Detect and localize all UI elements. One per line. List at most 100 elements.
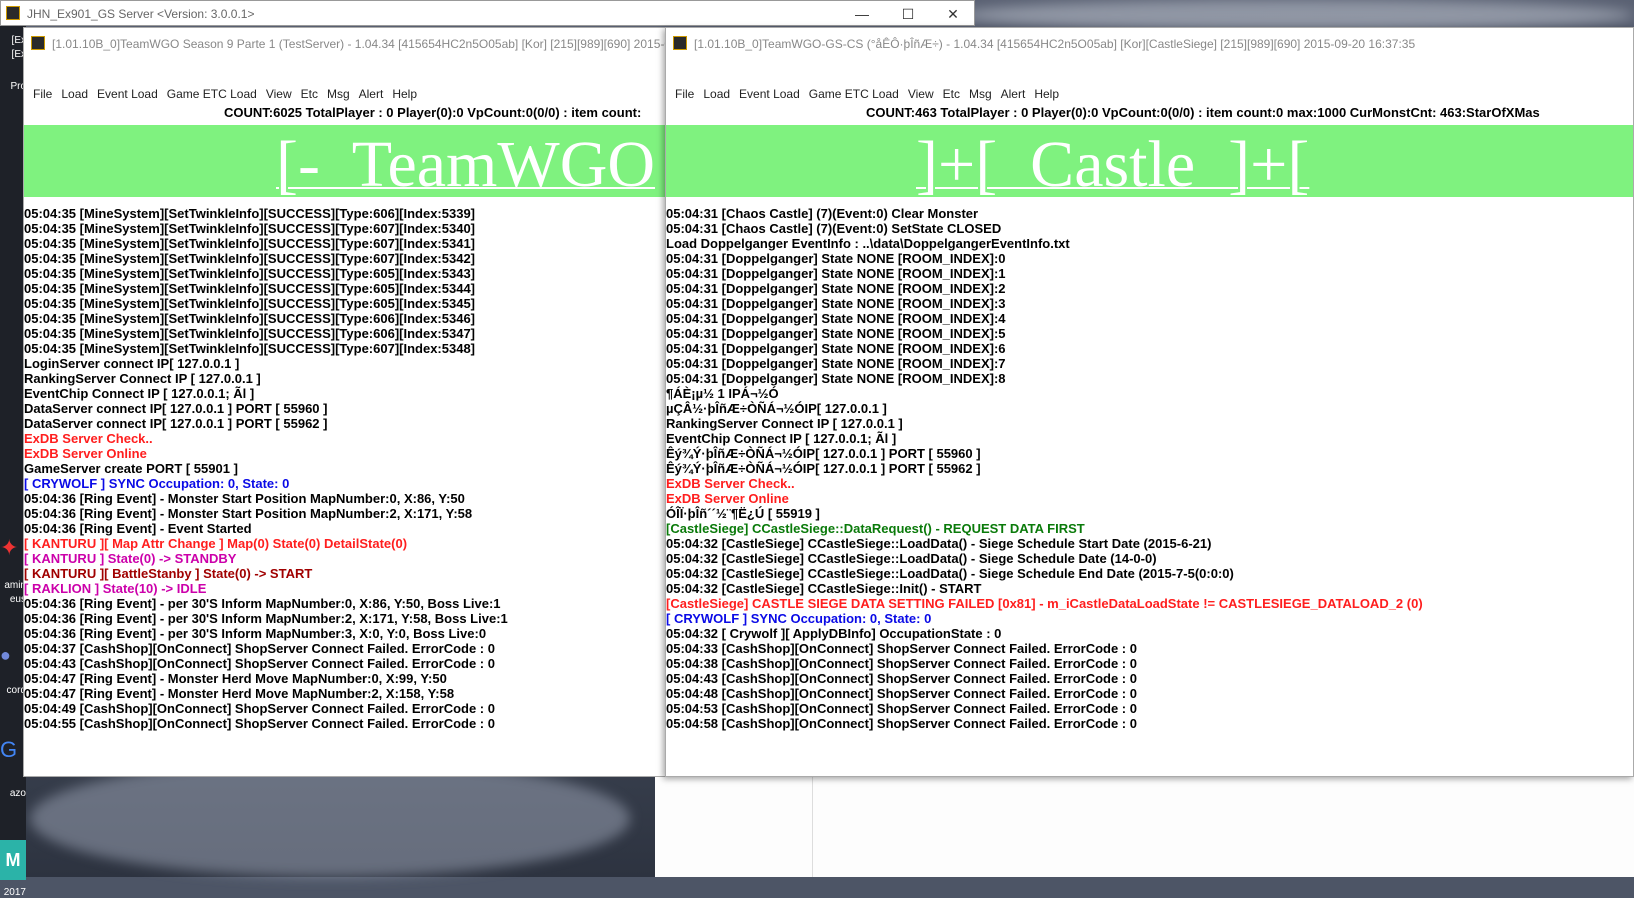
log-line: 05:04:58 [CashShop][OnConnect] ShopServe… <box>666 716 1137 731</box>
log-line: 05:04:43 [CashShop][OnConnect] ShopServe… <box>24 656 495 671</box>
menu-event-load[interactable]: Event Load <box>739 87 800 101</box>
menu-load[interactable]: Load <box>61 87 88 101</box>
log-line: ExDB Server Online <box>666 491 789 506</box>
menu-bar: File Load Event Load Game ETC Load View Etc Ms… <box>24 85 670 105</box>
menu-view[interactable]: View <box>266 87 292 101</box>
log-line: 05:04:37 [CashShop][OnConnect] ShopServe… <box>24 641 495 656</box>
log-line: 05:04:35 [MineSystem][SetTwinkleInfo][SU… <box>24 266 476 281</box>
log-line: 05:04:31 [Chaos Castle] (7)(Event:0) Set… <box>666 221 1002 236</box>
log-output: 05:04:35 [MineSystem][SetTwinkleInfo][SU… <box>24 206 670 731</box>
log-line: 05:04:38 [CashShop][OnConnect] ShopServe… <box>666 656 1137 671</box>
log-line: ExDB Server Check.. <box>666 476 795 491</box>
log-line: ÓÎÏ·þÎñ´´½¨¶Ë¿Ú [ 55919 ] <box>666 506 820 521</box>
server-stats: COUNT:6025 TotalPlayer : 0 Player(0):0 V… <box>224 105 642 120</box>
server-banner: ]+[ Castle ]+[ <box>666 125 1633 197</box>
log-line: 05:04:55 [CashShop][OnConnect] ShopServe… <box>24 716 495 731</box>
menu-file[interactable]: File <box>675 87 694 101</box>
log-line: ¶ÁÈ¡µ½ 1 IPÁ¬½Ó <box>666 386 779 401</box>
log-line: µÇÂ½·þÎñÆ÷ÒÑÁ¬½ÓIP[ 127.0.0.1 ] <box>666 401 887 416</box>
log-line: 05:04:35 [MineSystem][SetTwinkleInfo][SU… <box>24 341 476 356</box>
log-line: GameServer create PORT [ 55901 ] <box>24 461 238 476</box>
window-title: [1.01.10B_0]TeamWGO Season 9 Parte 1 (Te… <box>52 37 671 51</box>
server-stats: COUNT:463 TotalPlayer : 0 Player(0):0 Vp… <box>866 105 1540 120</box>
log-line: 05:04:35 [MineSystem][SetTwinkleInfo][SU… <box>24 311 476 326</box>
log-line: [CastleSiege] CASTLE SIEGE DATA SETTING … <box>666 596 1423 611</box>
menu-event-load[interactable]: Event Load <box>97 87 158 101</box>
left-server-window[interactable]: [1.01.10B_0]TeamWGO Season 9 Parte 1 (Te… <box>23 27 671 777</box>
log-line: 05:04:43 [CashShop][OnConnect] ShopServe… <box>666 671 1137 686</box>
log-line: 05:04:31 [Doppelganger] State NONE [ROOM… <box>666 296 1006 311</box>
log-line: 05:04:32 [CastleSiege] CCastleSiege::Loa… <box>666 566 1234 581</box>
log-line: 05:04:47 [Ring Event] - Monster Herd Mov… <box>24 671 447 686</box>
log-line: ExDB Server Online <box>24 446 147 461</box>
log-line: 05:04:32 [CastleSiege] CCastleSiege::Loa… <box>666 536 1212 551</box>
log-line: 05:04:35 [MineSystem][SetTwinkleInfo][SU… <box>24 296 476 311</box>
log-line: [ CRYWOLF ] SYNC Occupation: 0, State: 0 <box>666 611 932 626</box>
back-window[interactable]: JHN_Ex901_GS Server <Version: 3.0.0.1> —… <box>0 0 975 26</box>
log-line: DataServer connect IP[ 127.0.0.1 ] PORT … <box>24 401 328 416</box>
window-titlebar[interactable]: [1.01.10B_0]TeamWGO-GS-CS (°åÊÔ·þÎñÆ÷) -… <box>666 28 1633 58</box>
log-line: 05:04:31 [Doppelganger] State NONE [ROOM… <box>666 326 1006 341</box>
maximize-button[interactable]: ☐ <box>885 1 931 27</box>
log-line: [ KANTURU ][ BattleStanby ] State(0) -> … <box>24 566 313 581</box>
log-line: EventChip Connect IP [ 127.0.0.1; Ãl ] <box>666 431 897 446</box>
log-line: 05:04:35 [MineSystem][SetTwinkleInfo][SU… <box>24 251 476 266</box>
log-line: 05:04:36 [Ring Event] - per 30'S Inform … <box>24 611 508 626</box>
log-line: 05:04:35 [MineSystem][SetTwinkleInfo][SU… <box>24 281 476 296</box>
menu-bar: File Load Event Load Game ETC Load View Etc Ms… <box>666 85 1633 105</box>
menu-help[interactable]: Help <box>392 87 417 101</box>
close-button[interactable]: ✕ <box>930 1 976 27</box>
menu-file[interactable]: File <box>33 87 52 101</box>
menu-game-etc-load[interactable]: Game ETC Load <box>167 87 257 101</box>
log-line: 05:04:36 [Ring Event] - Monster Start Po… <box>24 491 465 506</box>
log-line: 05:04:31 [Chaos Castle] (7)(Event:0) Cle… <box>666 206 979 221</box>
log-line: 05:04:36 [Ring Event] - per 30'S Inform … <box>24 596 501 611</box>
log-line: [ KANTURU ] State(0) -> STANDBY <box>24 551 237 566</box>
log-line: Êý¾Ý·þÎñÆ÷ÒÑÁ¬½ÓIP[ 127.0.0.1 ] PORT [ 5… <box>666 446 981 461</box>
window-title: JHN_Ex901_GS Server <Version: 3.0.0.1> <box>27 7 255 21</box>
log-line: 05:04:32 [CastleSiege] CCastleSiege::Loa… <box>666 551 1157 566</box>
menu-msg[interactable]: Msg <box>969 87 992 101</box>
log-line: RankingServer Connect IP [ 127.0.0.1 ] <box>24 371 261 386</box>
desktop-icon-label[interactable]: azo <box>0 788 26 799</box>
log-line: 05:04:53 [CashShop][OnConnect] ShopServe… <box>666 701 1137 716</box>
banner-text: ]+[ Castle ]+[ <box>916 128 1310 197</box>
menu-game-etc-load[interactable]: Game ETC Load <box>809 87 899 101</box>
log-line: 05:04:49 [CashShop][OnConnect] ShopServe… <box>24 701 495 716</box>
menu-help[interactable]: Help <box>1034 87 1059 101</box>
menu-view[interactable]: View <box>908 87 934 101</box>
server-banner: [- TeamWGO <box>24 125 670 197</box>
log-line: 05:04:36 [Ring Event] - per 30'S Inform … <box>24 626 487 641</box>
log-line: 05:04:35 [MineSystem][SetTwinkleInfo][SU… <box>24 221 476 236</box>
menu-etc[interactable]: Etc <box>301 87 318 101</box>
menu-etc[interactable]: Etc <box>943 87 960 101</box>
log-line: 05:04:36 [Ring Event] - Monster Start Po… <box>24 506 473 521</box>
log-line: [CastleSiege] CCastleSiege::DataRequest(… <box>666 521 1085 536</box>
log-line: EventChip Connect IP [ 127.0.0.1; Ãl ] <box>24 386 255 401</box>
menu-alert[interactable]: Alert <box>359 87 384 101</box>
log-line: 05:04:47 [Ring Event] - Monster Herd Mov… <box>24 686 455 701</box>
log-line: 05:04:32 [CastleSiege] CCastleSiege::Ini… <box>666 581 982 596</box>
log-line: 05:04:31 [Doppelganger] State NONE [ROOM… <box>666 371 1006 386</box>
app-icon <box>31 36 45 50</box>
window-titlebar[interactable]: [1.01.10B_0]TeamWGO Season 9 Parte 1 (Te… <box>24 28 670 58</box>
log-line: [ KANTURU ][ Map Attr Change ] Map(0) St… <box>24 536 408 551</box>
menu-load[interactable]: Load <box>703 87 730 101</box>
minimize-button[interactable]: — <box>839 1 885 27</box>
banner-text: [- TeamWGO <box>276 128 656 197</box>
window-title: [1.01.10B_0]TeamWGO-GS-CS (°åÊÔ·þÎñÆ÷) -… <box>694 37 1416 51</box>
log-line: DataServer connect IP[ 127.0.0.1 ] PORT … <box>24 416 328 431</box>
desktop-icon-label[interactable]: 2017 <box>0 887 26 898</box>
log-line: [ RAKLION ] State(10) -> IDLE <box>24 581 207 596</box>
menu-alert[interactable]: Alert <box>1001 87 1026 101</box>
log-line: Êý¾Ý·þÎñÆ÷ÒÑÁ¬½ÓIP[ 127.0.0.1 ] PORT [ 5… <box>666 461 981 476</box>
app-icon <box>6 6 20 20</box>
right-castle-siege-window[interactable]: [1.01.10B_0]TeamWGO-GS-CS (°åÊÔ·þÎñÆ÷) -… <box>665 27 1634 777</box>
log-line: 05:04:31 [Doppelganger] State NONE [ROOM… <box>666 341 1006 356</box>
log-line: 05:04:36 [Ring Event] - Event Started <box>24 521 252 536</box>
menu-msg[interactable]: Msg <box>327 87 350 101</box>
log-line: 05:04:33 [CashShop][OnConnect] ShopServe… <box>666 641 1137 656</box>
app-icon <box>673 36 687 50</box>
maya-icon[interactable]: M <box>0 840 26 880</box>
log-line: Load Doppelganger EventInfo : ..\data\Do… <box>666 236 1070 251</box>
